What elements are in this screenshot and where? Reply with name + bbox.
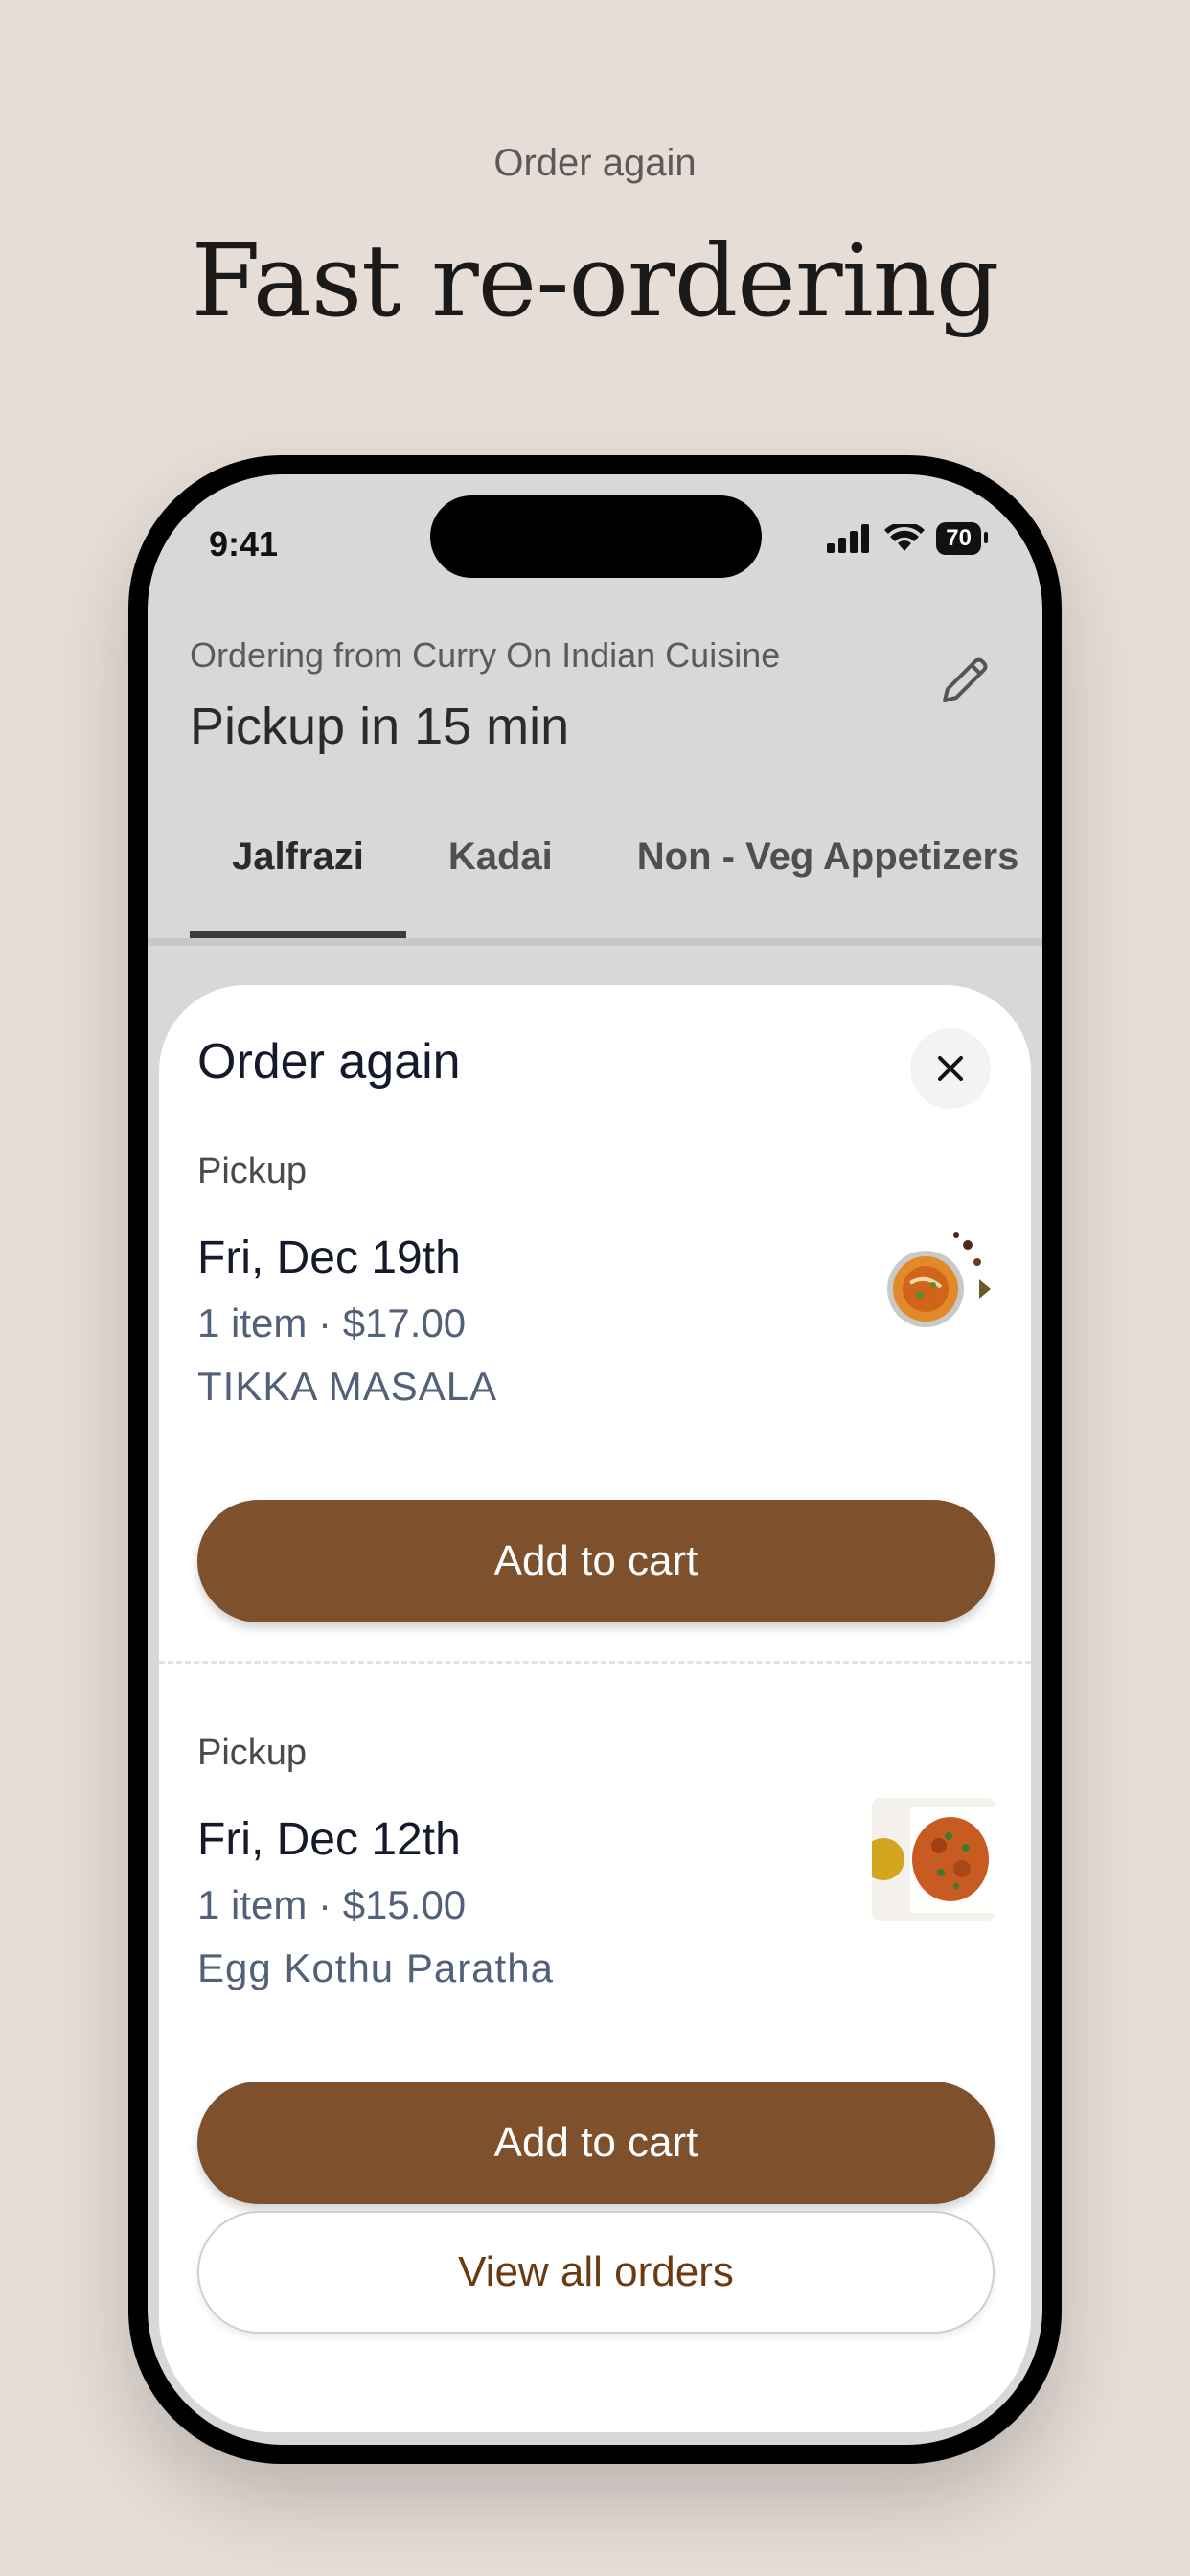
tab-jalfrazi[interactable]: Jalfrazi [190,815,406,939]
wifi-icon [884,524,926,551]
ordering-from-label: Ordering from Curry On Indian Cuisine [190,635,781,675]
order-meta: 1 item · $15.00 [197,1882,467,1927]
marketing-eyebrow: Order again [493,142,697,184]
order-date: Fri, Dec 19th [197,1232,461,1283]
close-icon [938,1056,963,1081]
tab-divider [148,938,1042,946]
edit-order-button[interactable] [931,647,998,714]
close-button[interactable] [910,1028,991,1109]
view-all-orders-button[interactable]: View all orders [197,2211,995,2334]
order-method: Pickup [197,1151,308,1191]
status-icons: 70 [827,522,988,555]
pickup-time-title: Pickup in 15 min [190,698,570,755]
order-date: Fri, Dec 12th [197,1814,461,1865]
tikka-masala-thumbnail [872,1216,995,1339]
marketing-headline: Fast re-ordering [191,222,1000,339]
order-meta: 1 item · $17.00 [197,1300,467,1346]
order-card: Pickup Fri, Dec 19th 1 item · $17.00 TIK… [197,1151,995,1630]
status-time: 9:41 [209,524,279,564]
egg-kothu-paratha-thumbnail [872,1798,995,1920]
order-item-name: TIKKA MASALA [197,1364,498,1409]
battery-indicator: 70 [936,522,988,555]
tab-non-veg-appetizers[interactable]: Non - Veg Appetizers [595,815,1042,939]
add-to-cart-button[interactable]: Add to cart [197,2082,995,2204]
order-item-name: Egg Kothu Paratha [197,1945,554,1990]
add-to-cart-button[interactable]: Add to cart [197,1500,995,1622]
order-divider [159,1661,1031,1664]
dynamic-island [430,495,762,578]
pencil-icon [943,657,988,702]
phone-screen: 9:41 70 Ordering from Curry On Indian Cu… [148,474,1042,2445]
phone-frame: 9:41 70 Ordering from Curry On Indian Cu… [128,455,1062,2464]
signal-icon [827,524,870,553]
order-card: Pickup Fri, Dec 12th 1 item · $15.00 Egg… [197,1733,995,2212]
sheet-title: Order again [197,1034,461,1090]
order-again-sheet: Order again Pickup Fri, Dec 19th 1 item … [159,985,1031,2432]
order-method: Pickup [197,1733,308,1773]
category-tabs: Jalfrazi Kadai Non - Veg Appetizers [190,815,1042,939]
tab-kadai[interactable]: Kadai [406,815,595,939]
